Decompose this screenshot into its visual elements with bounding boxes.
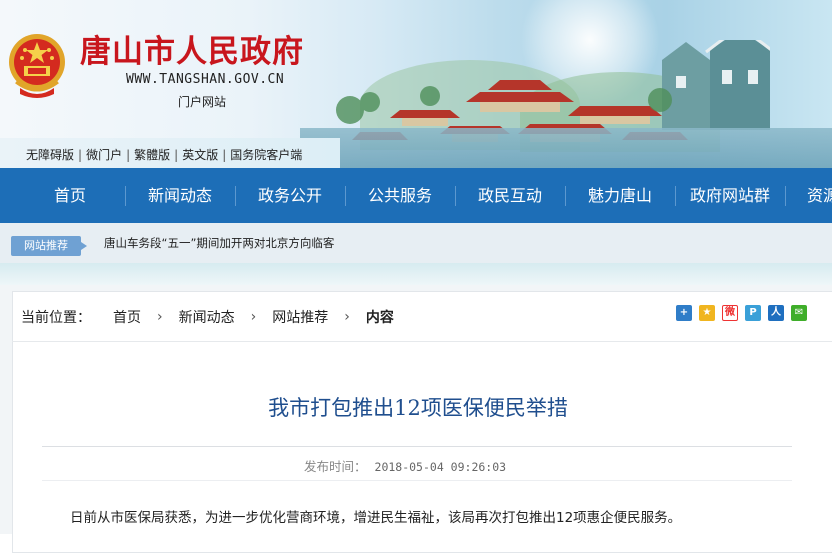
breadcrumb-home[interactable]: 首页 — [113, 307, 141, 327]
wechat-icon[interactable]: ✉ — [791, 305, 807, 321]
nav-item-gov-affairs[interactable]: 政务公开 — [235, 168, 345, 223]
nav-item-charm-tangshan[interactable]: 魅力唐山 — [565, 168, 675, 223]
breadcrumb-current: 内容 — [365, 310, 394, 326]
breadcrumb: 当前位置： 首页 › 新闻动态 › 网站推荐 › 内容 — [21, 307, 394, 327]
quick-link-accessible[interactable]: 无障碍版 — [22, 146, 78, 163]
nav-item-gov-sites[interactable]: 政府网站群 — [675, 168, 785, 223]
site-title[interactable]: 唐山市人民政府 — [80, 26, 304, 71]
national-emblem-icon — [9, 34, 65, 98]
meta-divider — [42, 480, 792, 481]
title-divider — [42, 446, 792, 447]
nav-item-home[interactable]: 首页 — [15, 168, 125, 223]
decorative-strip — [0, 263, 832, 285]
plus-share-icon[interactable]: + — [676, 305, 692, 321]
main-nav: 首页 新闻动态 政务公开 公共服务 政民互动 魅力唐山 政府网站群 资源 — [0, 168, 832, 223]
nav-item-news[interactable]: 新闻动态 — [125, 168, 235, 223]
quick-link-traditional[interactable]: 繁體版 — [130, 146, 174, 163]
breadcrumb-divider — [12, 341, 832, 342]
publish-time: 2018-05-04 09:26:03 — [374, 460, 507, 474]
breadcrumb-news[interactable]: 新闻动态 — [179, 307, 235, 327]
quick-link-state-council-app[interactable]: 国务院客户端 — [226, 146, 306, 163]
share-toolbar: + ★ 微 P 人 ✉ — [676, 305, 814, 321]
quick-links: 无障碍版 | 微门户 | 繁體版 | 英文版 | 国务院客户端 — [22, 146, 306, 163]
recommend-tag: 网站推荐 — [11, 236, 87, 256]
weibo-icon[interactable]: 微 — [722, 305, 738, 321]
breadcrumb-recommend[interactable]: 网站推荐 — [272, 307, 328, 327]
publish-label: 发布时间： — [304, 459, 367, 474]
chevron-right-icon: › — [250, 309, 257, 325]
tencent-weibo-icon[interactable]: P — [745, 305, 761, 321]
chevron-right-icon: › — [157, 309, 163, 325]
chevron-right-icon: › — [344, 309, 350, 325]
banner-water — [300, 128, 832, 168]
site-url: WWW.TANGSHAN.GOV.CN — [126, 72, 285, 87]
publish-info: 发布时间： 2018-05-04 09:26:03 — [304, 456, 506, 475]
site-banner: 唐山市人民政府 WWW.TANGSHAN.GOV.CN 门户网站 无障碍版 | … — [0, 0, 832, 168]
renren-icon[interactable]: 人 — [768, 305, 784, 321]
breadcrumb-label: 当前位置： — [21, 310, 91, 326]
article-paragraph: 日前从市医保局获悉，为进一步优化营商环境，增进民生福祉，该局再次打包推出12项惠… — [70, 510, 682, 526]
quick-link-micro-portal[interactable]: 微门户 — [82, 146, 126, 163]
article-title: 我市打包推出12项医保便民举措 — [268, 396, 568, 420]
portal-label: 门户网站 — [178, 95, 227, 109]
nav-item-resources[interactable]: 资源 — [785, 168, 832, 223]
nav-item-interaction[interactable]: 政民互动 — [455, 168, 565, 223]
nav-item-public-service[interactable]: 公共服务 — [345, 168, 455, 223]
quick-link-english[interactable]: 英文版 — [178, 146, 222, 163]
qzone-icon[interactable]: ★ — [699, 305, 715, 321]
recommend-link[interactable]: 唐山车务段“五一”期间加开两对北京方向临客 — [104, 235, 334, 251]
